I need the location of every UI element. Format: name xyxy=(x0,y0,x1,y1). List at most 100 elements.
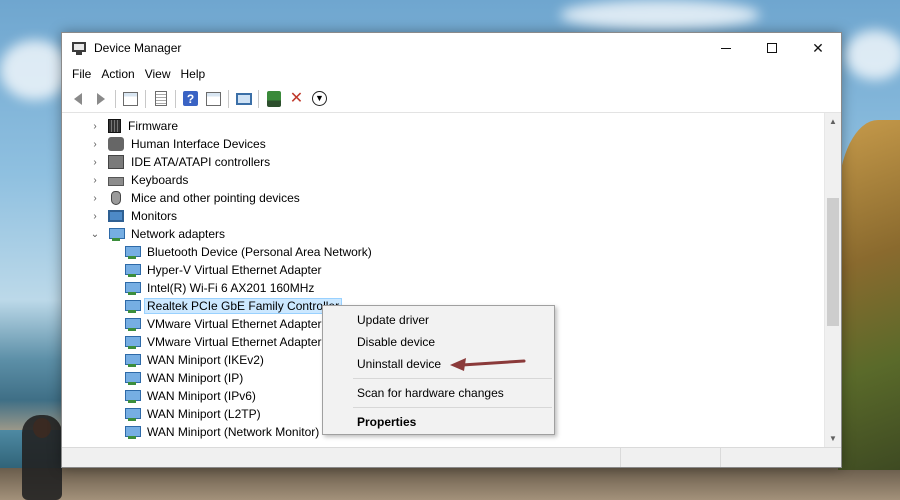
device-label: Intel(R) Wi-Fi 6 AX201 160MHz xyxy=(147,281,315,295)
close-icon: ✕ xyxy=(812,39,824,56)
chevron-right-icon[interactable]: › xyxy=(90,193,100,204)
tree-category-hid[interactable]: › Human Interface Devices xyxy=(62,135,823,153)
chevron-right-icon[interactable]: › xyxy=(90,175,100,186)
menu-file[interactable]: File xyxy=(67,67,96,81)
mouse-icon xyxy=(111,191,121,205)
menu-help[interactable]: Help xyxy=(176,67,211,81)
annotation-arrow-icon xyxy=(450,358,526,371)
tree-category-firmware[interactable]: › Firmware xyxy=(62,117,823,135)
window-controls: ✕ xyxy=(703,33,841,63)
chevron-right-icon[interactable]: › xyxy=(90,121,100,132)
scrollbar-thumb[interactable] xyxy=(827,198,839,326)
scroll-down-icon[interactable]: ▼ xyxy=(825,430,841,447)
monitor-icon xyxy=(108,210,124,222)
tree-label: Human Interface Devices xyxy=(131,137,266,151)
scroll-up-icon[interactable]: ▲ xyxy=(825,113,841,130)
network-adapter-icon xyxy=(108,227,125,241)
tree-category-ide[interactable]: › IDE ATA/ATAPI controllers xyxy=(62,153,823,171)
title-bar: Device Manager ✕ xyxy=(62,33,841,63)
scan-hardware-icon xyxy=(266,90,281,107)
show-hide-console-tree-button[interactable] xyxy=(119,88,142,110)
tree-label: Keyboards xyxy=(131,173,189,187)
toolbar: ? ✕ ▼ xyxy=(62,85,841,113)
status-cell xyxy=(62,448,621,467)
maximize-icon xyxy=(767,43,777,53)
network-adapter-icon xyxy=(124,389,141,403)
device-label: WAN Miniport (IKEv2) xyxy=(147,353,264,367)
context-disable-device[interactable]: Disable device xyxy=(323,331,554,353)
tree-label: Mice and other pointing devices xyxy=(131,191,300,205)
desktop-cloud xyxy=(0,40,70,100)
uninstall-button[interactable]: ✕ xyxy=(285,88,308,110)
monitor-icon xyxy=(235,92,252,105)
tree-device-item[interactable]: Intel(R) Wi-Fi 6 AX201 160MHz xyxy=(62,279,823,297)
ide-controller-icon xyxy=(108,155,124,169)
context-separator xyxy=(353,378,552,379)
monitor-button[interactable] xyxy=(232,88,255,110)
chevron-right-icon[interactable]: › xyxy=(90,139,100,150)
chevron-right-icon[interactable]: › xyxy=(90,211,100,222)
network-adapter-icon xyxy=(124,245,141,259)
tree-category-mice[interactable]: › Mice and other pointing devices xyxy=(62,189,823,207)
context-properties[interactable]: Properties xyxy=(323,411,554,433)
firmware-icon xyxy=(108,119,121,133)
keyboard-icon xyxy=(108,177,124,186)
close-button[interactable]: ✕ xyxy=(795,33,841,63)
forward-button[interactable] xyxy=(89,88,112,110)
context-separator xyxy=(353,407,552,408)
device-label: Realtek PCIe GbE Family Controller xyxy=(144,298,343,314)
network-adapter-icon xyxy=(124,263,141,277)
tree-label: Network adapters xyxy=(131,227,226,241)
network-adapter-icon xyxy=(124,281,141,295)
update-driver-icon: ▼ xyxy=(312,91,327,106)
menu-bar: File Action View Help xyxy=(62,63,841,85)
tree-category-network-adapters[interactable]: ⌄ Network adapters xyxy=(62,225,823,243)
minimize-button[interactable] xyxy=(703,33,749,63)
desktop-beach xyxy=(0,468,900,500)
device-manager-icon xyxy=(71,40,87,56)
chevron-down-icon[interactable]: ⌄ xyxy=(90,229,100,240)
device-label: Bluetooth Device (Personal Area Network) xyxy=(147,245,372,259)
tree-device-item[interactable]: Hyper-V Virtual Ethernet Adapter xyxy=(62,261,823,279)
properties-pane-icon xyxy=(123,91,138,106)
network-adapter-icon xyxy=(124,317,141,331)
desktop-cloud xyxy=(560,0,760,30)
maximize-button[interactable] xyxy=(749,33,795,63)
tree-category-monitors[interactable]: › Monitors xyxy=(62,207,823,225)
help-button[interactable]: ? xyxy=(179,88,202,110)
scan-hardware-button[interactable] xyxy=(262,88,285,110)
update-driver-button[interactable]: ▼ xyxy=(308,88,331,110)
status-cell xyxy=(621,448,721,467)
device-label: WAN Miniport (IP) xyxy=(147,371,244,385)
back-button[interactable] xyxy=(66,88,89,110)
driver-details-icon xyxy=(154,91,167,106)
toolbar-separator xyxy=(228,89,229,108)
show-action-pane-button[interactable] xyxy=(202,88,225,110)
toolbar-separator xyxy=(115,89,116,108)
toolbar-separator xyxy=(258,89,259,108)
minimize-icon xyxy=(721,47,731,49)
menu-view[interactable]: View xyxy=(140,67,176,81)
device-label: VMware Virtual Ethernet Adapter f xyxy=(147,317,329,331)
network-adapter-icon xyxy=(124,335,141,349)
network-adapter-icon xyxy=(124,353,141,367)
help-icon: ? xyxy=(183,91,198,106)
chevron-right-icon[interactable]: › xyxy=(90,157,100,168)
vertical-scrollbar[interactable]: ▲ ▼ xyxy=(824,113,841,447)
context-update-driver[interactable]: Update driver xyxy=(323,309,554,331)
properties-button[interactable] xyxy=(149,88,172,110)
device-label: WAN Miniport (L2TP) xyxy=(147,407,261,421)
tree-category-keyboards[interactable]: › Keyboards xyxy=(62,171,823,189)
device-label: WAN Miniport (Network Monitor) xyxy=(147,425,320,439)
network-adapter-icon xyxy=(124,425,141,439)
desktop-cliff xyxy=(838,120,900,470)
menu-action[interactable]: Action xyxy=(96,67,139,81)
toolbar-separator xyxy=(175,89,176,108)
tree-device-item[interactable]: Bluetooth Device (Personal Area Network) xyxy=(62,243,823,261)
network-adapter-icon xyxy=(124,407,141,421)
tree-label: Monitors xyxy=(131,209,178,223)
desktop-runner-head xyxy=(33,418,51,438)
status-bar xyxy=(62,447,841,467)
context-scan-hardware[interactable]: Scan for hardware changes xyxy=(323,382,554,404)
device-label: Hyper-V Virtual Ethernet Adapter xyxy=(147,263,322,277)
